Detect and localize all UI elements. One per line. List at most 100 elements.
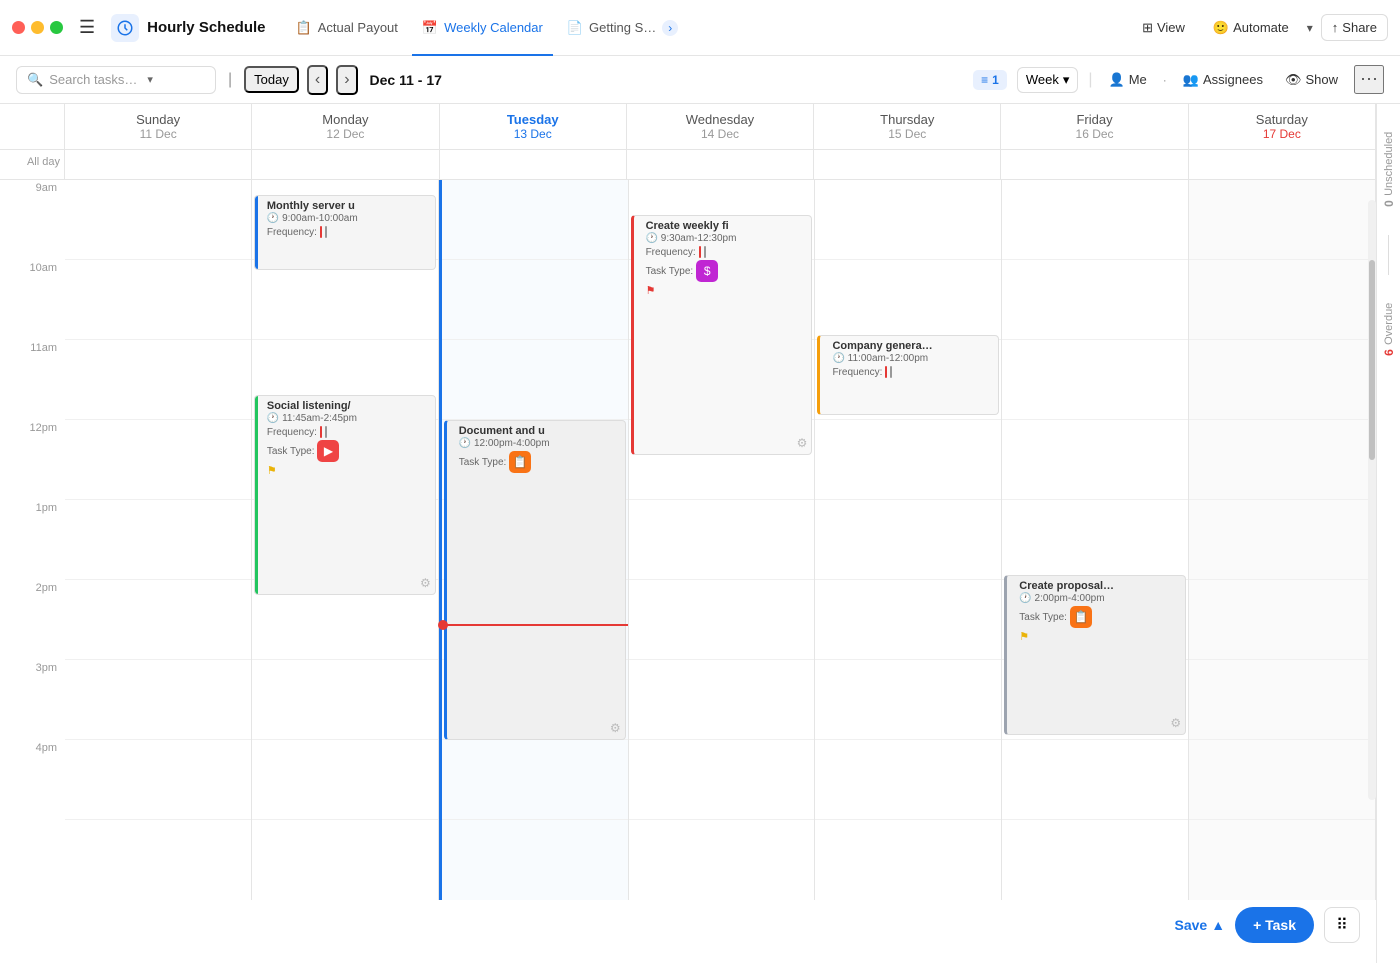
tab-getting-started[interactable]: 📄 Getting S… › <box>557 10 688 46</box>
day-header-wednesday: Wednesday 14 Dec <box>627 104 814 149</box>
week-selector[interactable]: Week ▾ <box>1017 67 1079 93</box>
gear-icon[interactable]: ⚙ <box>420 576 431 590</box>
time-label-2pm: 2pm <box>0 580 65 660</box>
day-column-friday[interactable]: Create proposal… 🕐 2:00pm-4:00pm Task Ty… <box>1002 180 1189 900</box>
days-grid: Monthly server u 🕐 9:00am-10:00am Freque… <box>65 180 1376 900</box>
share-icon: ↑ <box>1332 20 1339 35</box>
maximize-traffic-light[interactable] <box>50 21 63 34</box>
date-range: Dec 11 - 17 <box>370 72 442 88</box>
event-document[interactable]: Document and u 🕐 12:00pm-4:00pm Task Typ… <box>444 420 626 740</box>
time-grid-scroll[interactable]: 9am 10am 11am 12pm 1pm 2pm 3pm 4pm <box>0 180 1376 963</box>
search-input-placeholder: Search tasks… <box>49 72 137 87</box>
task-type-clipboard2-icon: 📋 <box>1070 606 1092 628</box>
toolbar: 🔍 Search tasks… ▾ | Today ‹ › Dec 11 - 1… <box>0 56 1400 104</box>
all-day-row: All day <box>0 150 1376 180</box>
week-chevron-icon: ▾ <box>1063 72 1070 88</box>
time-label-4pm: 4pm <box>0 740 65 820</box>
scrollbar-thumb[interactable] <box>1369 260 1375 460</box>
all-day-sunday[interactable] <box>65 150 252 179</box>
search-icon: 🔍 <box>27 72 43 88</box>
today-button[interactable]: Today <box>244 66 299 93</box>
calendar-main: Sunday 11 Dec Monday 12 Dec Tuesday 13 D… <box>0 104 1376 963</box>
bottom-actions: Save ▲ + Task ⠿ <box>1175 907 1361 943</box>
time-label-1pm: 1pm <box>0 500 65 580</box>
tab-actual-payout[interactable]: 📋 Actual Payout <box>286 10 408 46</box>
gear-icon-document[interactable]: ⚙ <box>610 721 621 735</box>
getting-started-nav-icon: › <box>662 20 678 36</box>
time-label-11am: 11am <box>0 340 65 420</box>
prev-week-button[interactable]: ‹ <box>307 65 328 95</box>
filter-icon: ≡ <box>981 73 988 87</box>
time-label-5pm <box>0 820 65 900</box>
weekly-calendar-icon: 📅 <box>422 20 438 36</box>
tab-getting-started-label: Getting S… <box>589 20 656 35</box>
view-button[interactable]: ⊞ View <box>1132 15 1195 41</box>
automate-button[interactable]: 🙂 Automate <box>1203 15 1299 41</box>
day-column-sunday[interactable] <box>65 180 252 900</box>
tab-actual-payout-label: Actual Payout <box>318 20 398 35</box>
all-day-friday[interactable] <box>1001 150 1188 179</box>
day-header-sunday: Sunday 11 Dec <box>65 104 252 149</box>
time-label-12pm: 12pm <box>0 420 65 500</box>
day-header-monday: Monday 12 Dec <box>252 104 439 149</box>
me-filter[interactable]: 👤 Me <box>1103 68 1153 92</box>
grid-dots-icon: ⠿ <box>1336 915 1348 935</box>
time-gutter: 9am 10am 11am 12pm 1pm 2pm 3pm 4pm <box>0 180 65 900</box>
assignees-filter[interactable]: 👥 Assignees <box>1177 68 1269 92</box>
gear-icon-weekly[interactable]: ⚙ <box>797 436 808 450</box>
day-headers: Sunday 11 Dec Monday 12 Dec Tuesday 13 D… <box>0 104 1376 150</box>
time-label-10am: 10am <box>0 260 65 340</box>
day-header-friday: Friday 16 Dec <box>1001 104 1188 149</box>
event-social-listening[interactable]: Social listening/ 🕐 11:45am-2:45pm Frequ… <box>254 395 436 595</box>
day-column-saturday[interactable] <box>1189 180 1376 900</box>
all-day-monday[interactable] <box>252 150 439 179</box>
titlebar: ☰ Hourly Schedule 📋 Actual Payout 📅 Week… <box>0 0 1400 56</box>
day-column-wednesday[interactable]: Create weekly fi 🕐 9:30am-12:30pm Freque… <box>629 180 816 900</box>
all-day-thursday[interactable] <box>814 150 1001 179</box>
next-week-button[interactable]: › <box>336 65 357 95</box>
app-icon <box>111 14 139 42</box>
titlebar-actions: ⊞ View 🙂 Automate ▾ ↑ Share <box>1132 14 1388 41</box>
more-options-button[interactable]: ⋯ <box>1354 65 1384 94</box>
gear-icon-proposal[interactable]: ⚙ <box>1170 716 1181 730</box>
grid-dots-button[interactable]: ⠿ <box>1324 907 1360 943</box>
day-header-thursday: Thursday 15 Dec <box>814 104 1001 149</box>
all-day-tuesday[interactable] <box>440 150 627 179</box>
assignees-icon: 👥 <box>1183 72 1199 88</box>
app-title: Hourly Schedule <box>147 19 265 36</box>
event-create-weekly[interactable]: Create weekly fi 🕐 9:30am-12:30pm Freque… <box>631 215 813 455</box>
minimize-traffic-light[interactable] <box>31 21 44 34</box>
day-column-monday[interactable]: Monthly server u 🕐 9:00am-10:00am Freque… <box>252 180 439 900</box>
tab-weekly-calendar-label: Weekly Calendar <box>444 20 543 35</box>
share-button[interactable]: ↑ Share <box>1321 14 1388 41</box>
save-button[interactable]: Save ▲ <box>1175 917 1226 933</box>
overdue-label: 6 Overdue <box>1382 295 1396 364</box>
traffic-lights <box>12 21 63 34</box>
day-header-tuesday: Tuesday 13 Dec <box>440 104 627 149</box>
save-chevron-icon: ▲ <box>1211 917 1225 933</box>
show-button[interactable]: 👁 Show <box>1279 68 1344 92</box>
day-column-thursday[interactable]: Company genera… 🕐 11:00am-12:00pm Freque… <box>815 180 1002 900</box>
time-label-9am: 9am <box>0 180 65 260</box>
all-day-saturday[interactable] <box>1189 150 1376 179</box>
task-type-clipboard-icon: 📋 <box>509 451 531 473</box>
task-type-dollar-icon: $ <box>696 260 718 282</box>
actual-payout-icon: 📋 <box>296 20 312 36</box>
filter-badge[interactable]: ≡ 1 <box>973 70 1007 90</box>
chevron-down-icon: ▾ <box>1307 21 1313 35</box>
time-gutter-header <box>0 104 65 149</box>
scrollbar-track[interactable] <box>1368 200 1376 800</box>
close-traffic-light[interactable] <box>12 21 25 34</box>
event-monthly-server[interactable]: Monthly server u 🕐 9:00am-10:00am Freque… <box>254 195 436 270</box>
task-type-video-icon: ▶ <box>317 440 339 462</box>
search-box[interactable]: 🔍 Search tasks… ▾ <box>16 66 216 94</box>
event-company-general[interactable]: Company genera… 🕐 11:00am-12:00pm Freque… <box>817 335 999 415</box>
tab-weekly-calendar[interactable]: 📅 Weekly Calendar <box>412 10 553 46</box>
automate-icon: 🙂 <box>1213 20 1229 36</box>
all-day-wednesday[interactable] <box>627 150 814 179</box>
hamburger-button[interactable]: ☰ <box>75 13 99 42</box>
event-create-proposal[interactable]: Create proposal… 🕐 2:00pm-4:00pm Task Ty… <box>1004 575 1186 735</box>
add-task-button[interactable]: + Task <box>1235 907 1314 943</box>
me-icon: 👤 <box>1109 72 1125 88</box>
day-column-tuesday[interactable]: Document and u 🕐 12:00pm-4:00pm Task Typ… <box>439 180 629 900</box>
